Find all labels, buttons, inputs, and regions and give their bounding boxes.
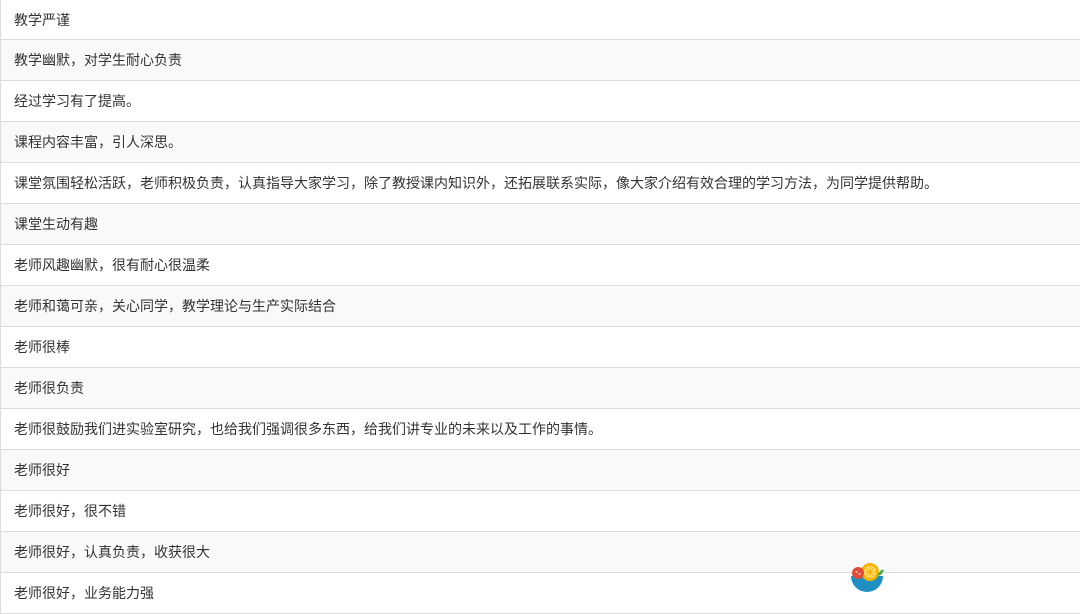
table-row: 课堂氛围轻松活跃，老师积极负责，认真指导大家学习，除了教授课内知识外，还拓展联系… (1, 163, 1080, 204)
comment-text: 老师很好，业务能力强 (14, 586, 154, 602)
comment-text: 课程内容丰富，引人深思。 (14, 135, 182, 151)
comment-text: 老师风趣幽默，很有耐心很温柔 (14, 258, 210, 274)
floating-widget-button[interactable] (849, 558, 885, 594)
table-row: 课堂生动有趣 (1, 204, 1080, 245)
comment-text: 课堂氛围轻松活跃，老师积极负责，认真指导大家学习，除了教授课内知识外，还拓展联系… (14, 176, 938, 192)
comment-text: 教学严谨 (14, 12, 70, 29)
table-row: 老师很好，业务能力强 (1, 573, 1080, 614)
table-row: 老师很负责 (1, 368, 1080, 409)
comment-text: 教学幽默，对学生耐心负责 (14, 53, 182, 69)
table-row: 课程内容丰富，引人深思。 (1, 122, 1080, 163)
table-row: 教学幽默，对学生耐心负责 (1, 40, 1080, 81)
comment-text: 老师很棒 (14, 340, 70, 356)
comment-text: 老师很好，很不错 (14, 504, 126, 520)
comment-text: 老师很负责 (14, 381, 84, 397)
table-row: 老师很棒 (1, 327, 1080, 368)
table-row: 老师很好 (1, 450, 1080, 491)
table-row: 老师风趣幽默，很有耐心很温柔 (1, 245, 1080, 286)
food-bowl-icon (851, 563, 884, 592)
table-row: 老师很鼓励我们进实验室研究，也给我们强调很多东西，给我们讲专业的未来以及工作的事… (1, 409, 1080, 450)
table-row: 教学严谨 (1, 0, 1080, 40)
table-row: 老师和蔼可亲，关心同学，教学理论与生产实际结合 (1, 286, 1080, 327)
comment-text: 经过学习有了提高。 (14, 94, 140, 110)
comment-text: 老师很好 (14, 463, 70, 479)
table-row: 老师很好，很不错 (1, 491, 1080, 532)
table-row: 经过学习有了提高。 (1, 81, 1080, 122)
comments-table: 教学严谨 教学幽默，对学生耐心负责 经过学习有了提高。 课程内容丰富，引人深思。… (0, 0, 1080, 614)
comment-text: 老师很好，认真负责，收获很大 (14, 545, 210, 561)
table-row: 老师很好，认真负责，收获很大 (1, 532, 1080, 573)
comment-text: 课堂生动有趣 (14, 217, 98, 233)
comment-text: 老师和蔼可亲，关心同学，教学理论与生产实际结合 (14, 299, 336, 315)
comment-text: 老师很鼓励我们进实验室研究，也给我们强调很多东西，给我们讲专业的未来以及工作的事… (14, 422, 602, 438)
